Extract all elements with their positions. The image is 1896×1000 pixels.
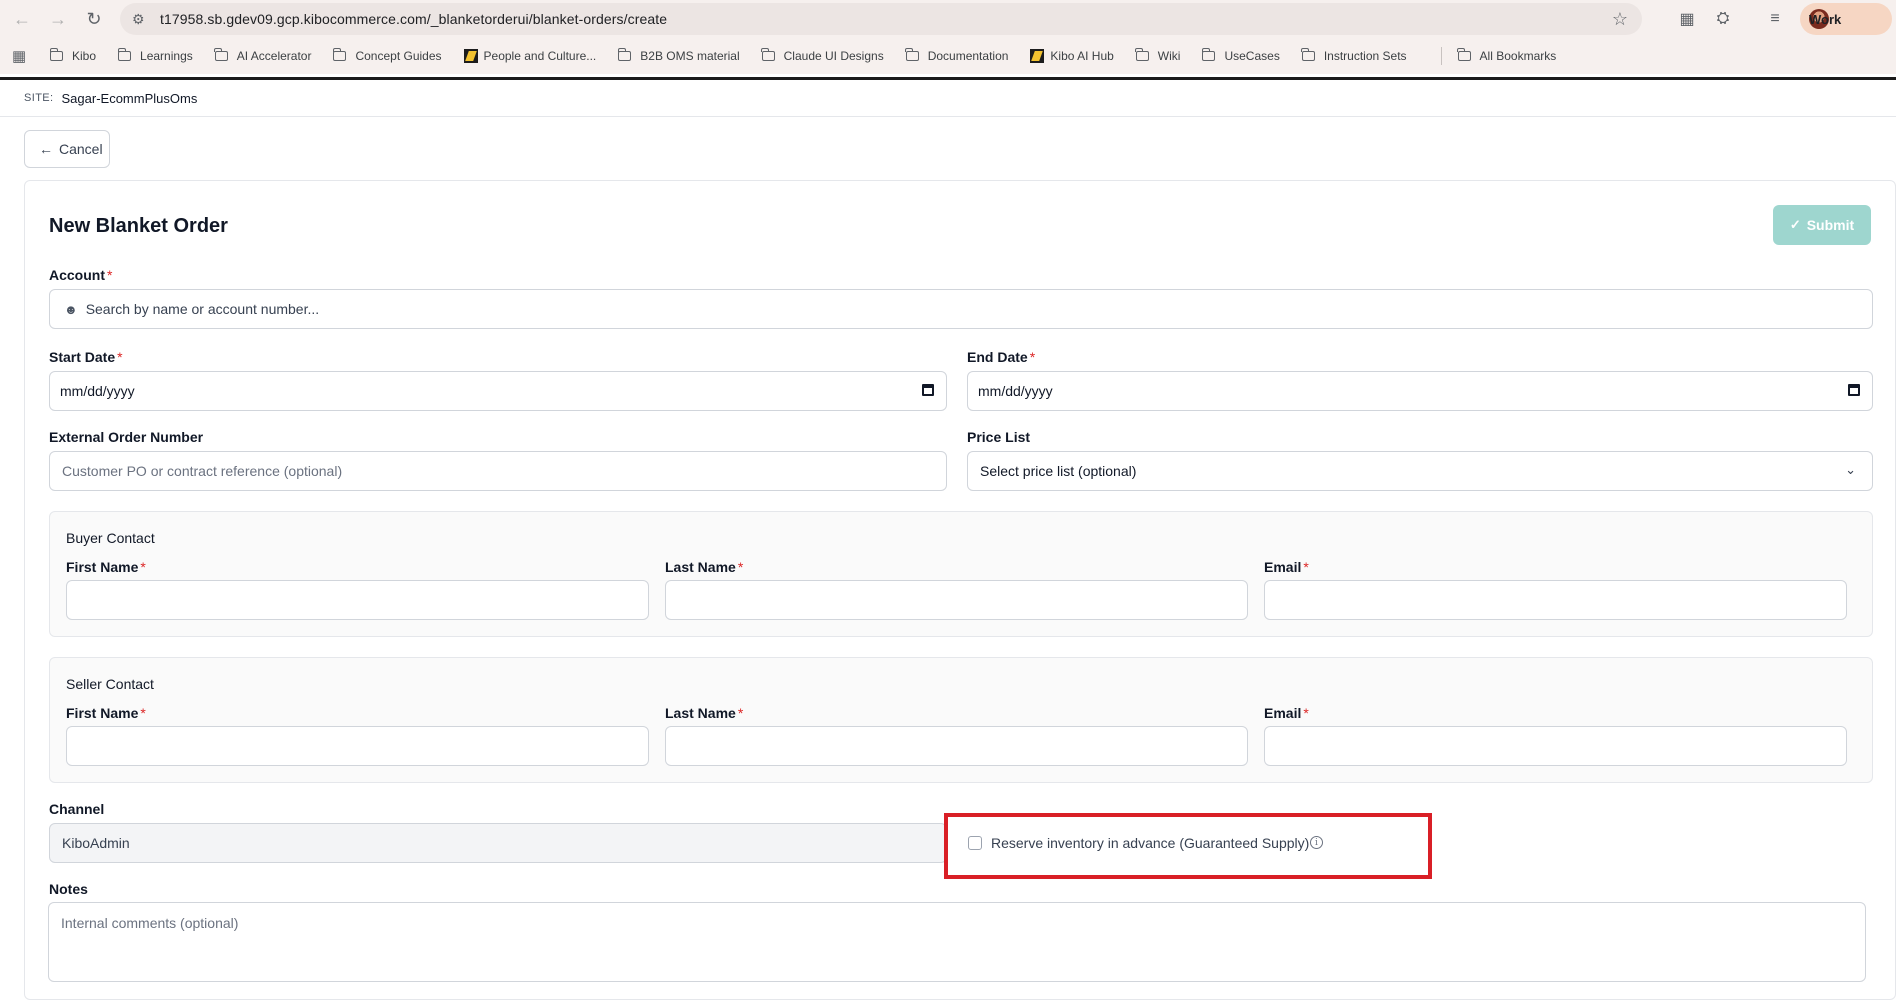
page-title: New Blanket Order — [49, 215, 228, 237]
arrow-left-icon: ← — [39, 141, 53, 157]
seller-first-name-label: First Name * — [66, 705, 146, 721]
folder-icon — [617, 48, 632, 61]
forward-arrow-icon[interactable]: → — [44, 5, 72, 33]
profile-label: Work — [1809, 11, 1842, 27]
bookmark-label: People and Culture... — [483, 49, 597, 63]
folder-icon — [1457, 48, 1471, 61]
profile-button[interactable]: Work — [1800, 3, 1892, 35]
buyer-last-name-input[interactable] — [665, 580, 1248, 620]
bookmark-item[interactable]: Kibo — [49, 48, 97, 63]
notes-label: Notes — [49, 881, 88, 897]
bookmark-label: Kibo — [72, 49, 97, 63]
buyer-email-label: Email * — [1264, 559, 1309, 575]
bookmark-all[interactable]: All Bookmarks — [1457, 48, 1556, 63]
end-date-label: End Date * — [967, 349, 1036, 365]
bookmark-label: Concept Guides — [355, 49, 442, 63]
check-icon: ✓ — [1789, 217, 1801, 232]
price-list-label: Price List — [967, 429, 1031, 445]
folder-icon — [214, 48, 228, 61]
folder-icon — [333, 48, 347, 61]
site-indicator: SITE: Sagar-EcommPlusOms — [0, 80, 1896, 117]
submit-label: Submit — [1806, 217, 1855, 233]
channel-label: Channel — [49, 801, 105, 817]
bookmark-item[interactable]: Wiki — [1135, 48, 1181, 63]
bookmark-label: Documentation — [927, 49, 1009, 63]
bookmark-item[interactable]: Kibo AI Hub — [1030, 49, 1114, 63]
start-date-input[interactable]: mm/dd/yyyy — [49, 371, 947, 411]
site-value: Sagar-EcommPlusOms — [61, 90, 198, 106]
seller-email-label: Email * — [1264, 705, 1309, 721]
price-list-select[interactable]: Select price list (optional) ⌄ — [967, 451, 1873, 491]
buyer-email-input[interactable] — [1264, 580, 1847, 620]
folder-icon — [1202, 48, 1216, 61]
address-bar[interactable]: ⚙ t17958.sb.gdev09.gcp.kibocommerce.com/… — [120, 3, 1642, 35]
buyer-first-name-input[interactable] — [66, 580, 649, 620]
calendar-icon[interactable] — [1848, 384, 1860, 396]
bookmark-label: Kibo AI Hub — [1050, 49, 1114, 63]
folder-icon — [905, 48, 919, 61]
buyer-last-name-label: Last Name * — [665, 559, 744, 575]
bookmark-item[interactable]: UseCases — [1202, 48, 1280, 63]
browser-toolbar: ← → ↻ ⚙ t17958.sb.gdev09.gcp.kibocommerc… — [0, 0, 1896, 38]
back-arrow-icon[interactable]: ← — [8, 5, 36, 33]
end-date-input[interactable]: mm/dd/yyyy — [967, 371, 1873, 411]
calendar-icon[interactable] — [922, 384, 934, 396]
external-order-number-label: External Order Number — [49, 429, 204, 445]
apps-grid-icon[interactable]: ▦ — [12, 47, 32, 65]
bookmark-item[interactable]: Instruction Sets — [1301, 48, 1407, 63]
seller-first-name-input[interactable] — [66, 726, 649, 766]
bookmark-label: Learnings — [140, 49, 193, 63]
site-info-icon[interactable]: ⚙ — [132, 11, 152, 28]
seller-last-name-label: Last Name * — [665, 705, 744, 721]
folder-icon — [761, 48, 775, 61]
bookmark-label: Instruction Sets — [1323, 49, 1407, 63]
seller-contact-title: Seller Contact — [66, 676, 154, 692]
bookmark-item[interactable]: Claude UI Designs — [761, 48, 884, 63]
reload-icon[interactable]: ↻ — [80, 5, 108, 33]
site-label: SITE: — [24, 92, 54, 104]
bookmark-item[interactable]: AI Accelerator — [214, 48, 312, 63]
channel-input: KiboAdmin — [49, 823, 947, 863]
bookmark-item[interactable]: Concept Guides — [333, 48, 442, 63]
bookmark-star-icon[interactable]: ☆ — [1612, 9, 1628, 30]
account-search-input[interactable]: ☻ Search by name or account number... — [49, 289, 1873, 329]
seller-contact-section: Seller Contact First Name * Last Name * Em… — [49, 657, 1873, 783]
puzzle-icon[interactable]: ⛭ — [1710, 6, 1736, 32]
bookmark-label: Claude UI Designs — [783, 49, 884, 63]
bookmark-label: B2B OMS material — [640, 49, 740, 63]
account-label: Account * — [49, 267, 113, 283]
folder-icon — [117, 48, 132, 61]
extension-icon[interactable]: ▦ — [1674, 6, 1700, 32]
bookmark-item[interactable]: Documentation — [905, 48, 1009, 63]
bookmark-label: Wiki — [1157, 49, 1181, 63]
buyer-first-name-label: First Name * — [66, 559, 146, 575]
highlight-annotation-box — [944, 813, 1432, 879]
kibo-logo-icon — [463, 49, 478, 63]
folder-icon — [49, 48, 63, 61]
external-order-number-input[interactable]: Customer PO or contract reference (optio… — [49, 451, 947, 491]
user-search-icon: ☻ — [64, 301, 78, 317]
kibo-logo-icon — [1030, 49, 1045, 63]
bookmark-item[interactable]: B2B OMS material — [617, 48, 740, 63]
url-text[interactable]: t17958.sb.gdev09.gcp.kibocommerce.com/_b… — [160, 11, 667, 27]
buyer-contact-title: Buyer Contact — [66, 530, 155, 546]
bookmark-label: UseCases — [1224, 49, 1280, 63]
buyer-contact-section: Buyer Contact First Name * Last Name * Ema… — [49, 511, 1873, 637]
bookmark-label: AI Accelerator — [236, 49, 312, 63]
media-control-icon[interactable]: ≡ — [1762, 6, 1788, 32]
submit-button[interactable]: ✓ Submit — [1773, 205, 1871, 245]
folder-icon — [1135, 48, 1149, 61]
chevron-down-icon: ⌄ — [1845, 462, 1856, 477]
cancel-button[interactable]: ← Cancel — [24, 130, 110, 168]
seller-email-input[interactable] — [1264, 726, 1847, 766]
start-date-label: Start Date * — [49, 349, 123, 365]
bookmark-item[interactable]: People and Culture... — [463, 49, 597, 63]
notes-textarea[interactable]: Internal comments (optional) — [48, 902, 1866, 982]
bookmark-item[interactable]: Learnings — [117, 48, 193, 63]
seller-last-name-input[interactable] — [665, 726, 1248, 766]
folder-icon — [1301, 48, 1315, 61]
bookmarks-divider — [1440, 47, 1442, 65]
cancel-label: Cancel — [59, 141, 103, 157]
bookmarks-bar: ▦ Kibo Learnings AI Accelerator Concept Gui… — [0, 38, 1896, 74]
